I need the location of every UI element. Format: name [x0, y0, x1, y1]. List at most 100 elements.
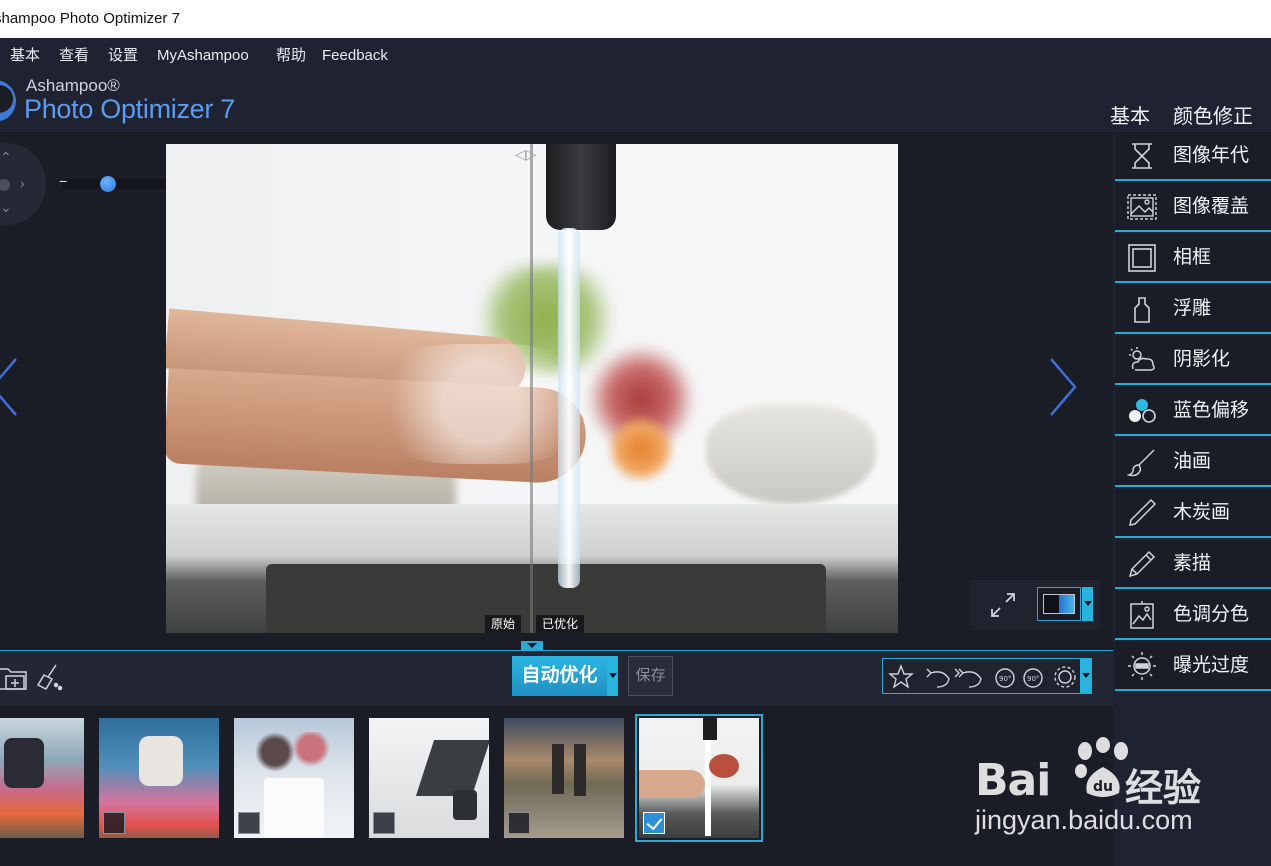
- image-overlay-icon: [1127, 194, 1157, 220]
- photo-faucet: [546, 144, 616, 230]
- thumbnail-item[interactable]: [0, 718, 84, 838]
- sidebar-item-label: 图像覆盖: [1173, 196, 1250, 217]
- menu-feedback[interactable]: Feedback: [322, 38, 388, 74]
- sidebar-item-label: 蓝色偏移: [1173, 400, 1250, 421]
- previous-image-icon[interactable]: [0, 355, 22, 419]
- thumbnail-checkbox-checked[interactable]: [643, 812, 665, 834]
- sidebar-item-sketch[interactable]: 素描: [1115, 540, 1271, 589]
- thumb-figure: [4, 738, 44, 788]
- sidebar-item-posterize[interactable]: 色调分色: [1115, 591, 1271, 640]
- thumb-person: [574, 744, 586, 796]
- sidebar-item-label: 浮雕: [1173, 298, 1212, 319]
- view-controls: [970, 580, 1100, 630]
- sidebar-item-label: 素描: [1173, 553, 1212, 574]
- photo-preview[interactable]: [166, 144, 898, 633]
- watermark-brand-a: Bai: [975, 755, 1051, 806]
- next-image-icon[interactable]: [1045, 355, 1081, 419]
- sidebar-item-label: 木炭画: [1173, 502, 1231, 523]
- sidebar-item-label: 曝光过度: [1173, 655, 1250, 676]
- add-folder-icon[interactable]: [0, 663, 28, 691]
- thumb-mug: [453, 790, 477, 820]
- thumbnail-checkbox[interactable]: [238, 812, 260, 834]
- sidebar-item-charcoal[interactable]: 木炭画: [1115, 489, 1271, 538]
- pan-down-icon[interactable]: ⌄: [0, 199, 12, 216]
- split-view-dropdown[interactable]: [1082, 587, 1093, 621]
- emboss-icon: [1134, 297, 1150, 323]
- sidebar-item-shadow[interactable]: 阴影化: [1115, 336, 1271, 385]
- posterize-icon: [1130, 601, 1154, 629]
- thumbnail-checkbox[interactable]: [508, 812, 530, 834]
- favorite-icon[interactable]: [886, 662, 914, 690]
- rotate-right-icon[interactable]: [1012, 662, 1040, 690]
- photo-water: [558, 228, 580, 588]
- frame-icon: [1128, 244, 1156, 272]
- sidebar-item-blue-shift[interactable]: 蓝色偏移: [1115, 387, 1271, 436]
- thumb-brushes: [248, 732, 338, 772]
- thumbnail-checkbox[interactable]: [373, 812, 395, 834]
- zoom-out-icon[interactable]: −: [59, 173, 67, 189]
- brush-icon: [1127, 449, 1155, 477]
- blue-shift-icon: [1129, 399, 1156, 423]
- tab-basic[interactable]: 基本: [1110, 100, 1150, 129]
- pan-up-icon[interactable]: ⌃: [0, 149, 12, 166]
- thumb-fruit: [709, 754, 739, 778]
- thumb-person: [552, 744, 564, 794]
- auto-optimize-dropdown[interactable]: [607, 656, 618, 696]
- thumbnail-item[interactable]: [504, 718, 624, 838]
- thumb-cup: [264, 778, 324, 838]
- compare-handle-icon[interactable]: ◁▷: [515, 146, 537, 163]
- sidebar-item-image-age[interactable]: 图像年代: [1115, 132, 1271, 181]
- menu-myashampoo[interactable]: MyAshampoo: [157, 38, 249, 74]
- thumbnail-item[interactable]: [635, 714, 763, 842]
- thumb-hands: [639, 770, 705, 798]
- baidu-watermark: Bai du 经验 jingyan.baidu.com: [975, 735, 1235, 845]
- save-button[interactable]: 保存: [628, 656, 673, 696]
- app-header: Ashampoo® Photo Optimizer 7 基本 颜色修正: [0, 74, 1271, 132]
- sidebar-item-frame[interactable]: 相框: [1115, 234, 1271, 283]
- pan-center-icon[interactable]: [0, 179, 10, 191]
- menu-settings[interactable]: 设置: [108, 38, 138, 74]
- menu-help[interactable]: 帮助: [276, 38, 306, 74]
- sidebar-item-overexposure[interactable]: 曝光过度: [1115, 642, 1271, 691]
- hourglass-icon: [1132, 143, 1152, 169]
- thumb-water: [705, 740, 711, 836]
- sidebar-item-emboss[interactable]: 浮雕: [1115, 285, 1271, 334]
- overexpose-icon: [1128, 652, 1156, 680]
- sidebar-item-label: 相框: [1173, 247, 1212, 268]
- split-view-button[interactable]: [1037, 587, 1081, 621]
- label-optimized: 已优化: [536, 615, 585, 633]
- undo-icon[interactable]: [918, 662, 948, 690]
- undo-all-icon[interactable]: [950, 662, 980, 690]
- zoom-handle[interactable]: [100, 176, 116, 192]
- thumbnail-checkbox[interactable]: [103, 812, 125, 834]
- menu-basic[interactable]: 基本: [10, 38, 40, 74]
- watermark-brand-b: 经验: [1125, 768, 1202, 810]
- sidebar-item-label: 图像年代: [1173, 145, 1250, 166]
- watermark-url: jingyan.baidu.com: [975, 805, 1193, 835]
- pan-right-icon[interactable]: ›: [20, 175, 25, 191]
- sidebar-item-oil-painting[interactable]: 油画: [1115, 438, 1271, 487]
- sidebar-item-label: 油画: [1173, 451, 1212, 472]
- thumbnail-item[interactable]: [99, 718, 219, 838]
- clear-broom-icon[interactable]: [36, 663, 64, 691]
- sidebar-item-image-overlay[interactable]: 图像覆盖: [1115, 183, 1271, 232]
- fullscreen-icon[interactable]: [988, 590, 1018, 620]
- thumbnail-item[interactable]: [369, 718, 489, 838]
- logo-icon: [0, 80, 16, 122]
- edit-tools-dropdown[interactable]: [1080, 659, 1091, 693]
- label-original: 原始: [485, 615, 522, 633]
- shadow-icon: [1129, 347, 1155, 371]
- rotate-left-icon[interactable]: [984, 662, 1012, 690]
- baidu-paw-icon: du: [1075, 737, 1128, 797]
- compare-divider[interactable]: [530, 144, 533, 633]
- menu-bar: 基本 查看 设置 MyAshampoo 帮助 Feedback: [0, 38, 1271, 74]
- tab-color-correction[interactable]: 颜色修正: [1173, 100, 1253, 129]
- auto-optimize-button[interactable]: 自动优化: [512, 656, 607, 696]
- photo-fruit-orange: [606, 414, 676, 484]
- thumb-faucet: [703, 718, 717, 740]
- menu-view[interactable]: 查看: [59, 38, 89, 74]
- thumb-figure: [139, 736, 183, 786]
- logo-product: Photo Optimizer 7: [24, 94, 235, 124]
- settings-gear-icon[interactable]: [1044, 662, 1072, 690]
- thumbnail-item[interactable]: [234, 718, 354, 838]
